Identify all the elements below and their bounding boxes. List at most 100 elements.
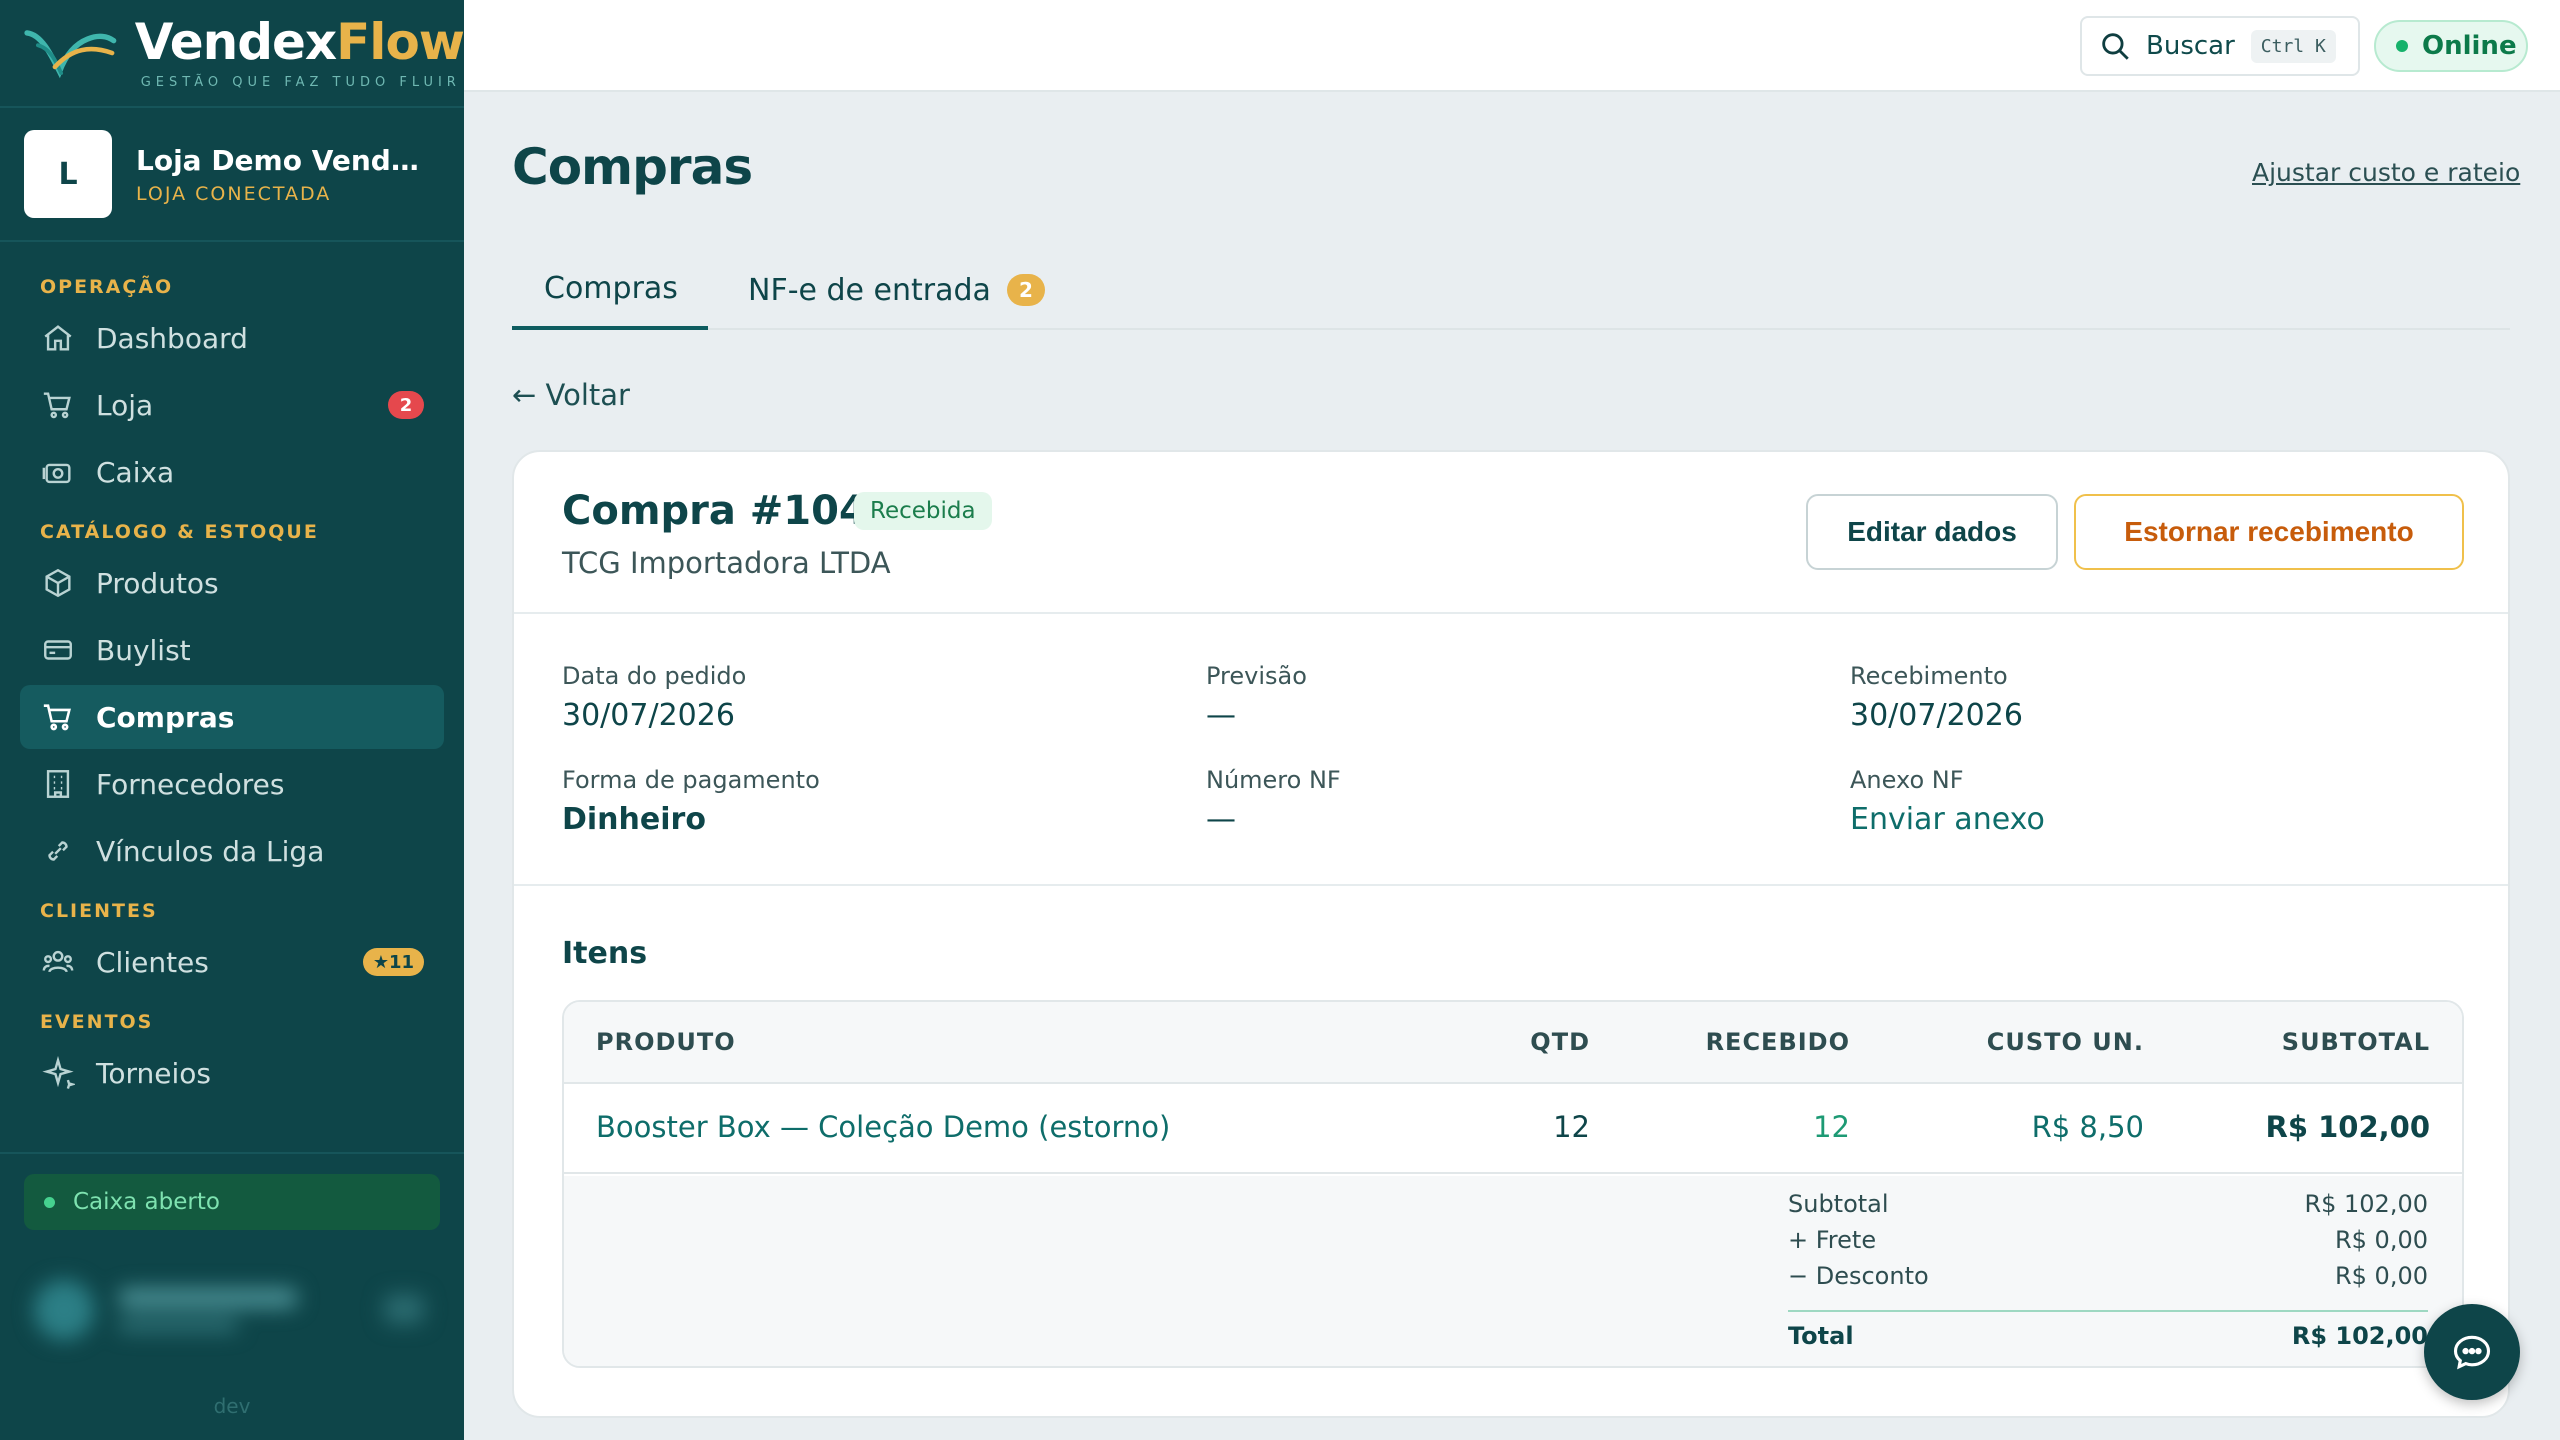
column-header: SUBTOTAL <box>2281 1028 2430 1056</box>
totals-total: Total R$ 102,00 <box>1788 1322 2428 1350</box>
environment-label: dev <box>213 1394 251 1418</box>
items-table: PRODUTO QTD RECEBIDO CUSTO UN. SUBTOTAL … <box>562 1000 2464 1368</box>
brand[interactable]: VendexFlow GESTÃO QUE FAZ TUDO FLUIR <box>0 0 465 108</box>
adjust-cost-link[interactable]: Ajustar custo e rateio <box>2252 158 2520 187</box>
sidebar-item-label: Clientes <box>96 945 209 979</box>
tab-compras[interactable]: Compras <box>512 250 708 330</box>
column-header: CUSTO UN. <box>1986 1028 2144 1056</box>
upload-attachment-link[interactable]: Enviar anexo <box>1850 802 2045 837</box>
nav-section-title: CLIENTES <box>40 900 158 922</box>
chat-icon <box>2453 1335 2491 1370</box>
user-profile-blurred[interactable] <box>34 1270 434 1350</box>
sidebar-item-buylist[interactable]: Buylist <box>20 618 444 682</box>
order-title: Compra #1043 <box>562 488 895 534</box>
search-icon <box>2102 33 2129 60</box>
sidebar-item-caixa[interactable]: Caixa <box>20 440 444 504</box>
received-cell: 12 <box>1813 1110 1850 1144</box>
nav-section-title: OPERAÇÃO <box>40 276 174 298</box>
notification-badge: 2 <box>388 391 424 419</box>
sidebar-nav: OPERAÇÃO Dashboard Loja 2 Caixa CATÁLOGO… <box>0 242 464 1105</box>
field-nf-attachment: Anexo NF Enviar anexo <box>1850 766 2045 837</box>
cart-icon <box>40 699 76 735</box>
online-status-badge: Online <box>2374 20 2528 72</box>
items-section-title: Itens <box>562 936 648 971</box>
building-icon <box>40 766 76 802</box>
page-title: Compras <box>512 138 753 196</box>
purchase-header: Compra #1043 Recebida TCG Importadora LT… <box>514 452 2508 614</box>
sidebar-item-clientes[interactable]: Clientes ★11 <box>20 930 444 994</box>
loyalty-badge: ★11 <box>362 948 424 976</box>
sidebar-item-torneios[interactable]: Torneios <box>20 1041 444 1105</box>
sidebar-divider <box>0 1152 464 1154</box>
purchase-card: Compra #1043 Recebida TCG Importadora LT… <box>512 450 2510 1418</box>
sidebar-item-label: Produtos <box>96 566 219 600</box>
status-dot-icon <box>2396 40 2408 52</box>
status-dot-icon <box>44 1196 55 1208</box>
sidebar-item-label: Buylist <box>96 633 191 667</box>
column-header: PRODUTO <box>596 1028 736 1056</box>
sidebar-item-label: Torneios <box>96 1056 211 1090</box>
sparkle-icon <box>40 1055 76 1091</box>
sidebar-item-loja[interactable]: Loja 2 <box>20 373 444 437</box>
sidebar-item-label: Compras <box>96 700 235 734</box>
keyboard-shortcut: Ctrl K <box>2250 29 2336 63</box>
field-order-date: Data do pedido 30/07/2026 <box>562 662 747 733</box>
nav-section-title: EVENTOS <box>40 1011 154 1033</box>
sidebar-item-produtos[interactable]: Produtos <box>20 551 444 615</box>
topbar: Buscar Ctrl K Online <box>464 0 2560 92</box>
table-header: PRODUTO QTD RECEBIDO CUSTO UN. SUBTOTAL <box>564 1002 2462 1084</box>
cart-icon <box>40 387 76 423</box>
totals-summary: Subtotal R$ 102,00 + Frete R$ 0,00 − Des… <box>564 1176 2462 1366</box>
brand-logo-icon <box>24 30 117 79</box>
search-button[interactable]: Buscar Ctrl K <box>2080 16 2360 76</box>
link-icon <box>40 833 76 869</box>
tab-count-badge: 2 <box>1006 274 1045 306</box>
brand-name: VendexFlow <box>134 12 465 71</box>
search-label: Buscar <box>2146 31 2235 61</box>
sidebar-item-label: Fornecedores <box>96 767 285 801</box>
tab-nfe-entrada[interactable]: NF-e de entrada 2 <box>748 250 1045 330</box>
field-forecast: Previsão — <box>1206 662 1307 733</box>
back-link[interactable]: ← Voltar <box>512 378 630 412</box>
store-switcher[interactable]: L Loja Demo VendexFlow LOJA CONECTADA <box>0 108 464 242</box>
column-header: RECEBIDO <box>1705 1028 1850 1056</box>
cash-status-indicator[interactable]: Caixa aberto <box>24 1174 440 1230</box>
totals-subtotal: Subtotal R$ 102,00 <box>1788 1190 2428 1218</box>
sidebar-item-compras[interactable]: Compras <box>20 685 444 749</box>
field-receipt-date: Recebimento 30/07/2026 <box>1850 662 2023 733</box>
sidebar: VendexFlow GESTÃO QUE FAZ TUDO FLUIR L L… <box>0 0 465 1440</box>
home-icon <box>40 320 76 356</box>
product-link[interactable]: Booster Box — Coleção Demo (estorno) <box>596 1110 1170 1144</box>
store-name: Loja Demo VendexFlow <box>136 143 436 177</box>
field-payment-method: Forma de pagamento Dinheiro <box>562 766 820 837</box>
chat-button[interactable] <box>2424 1304 2520 1400</box>
sidebar-item-label: Dashboard <box>96 321 248 355</box>
box-icon <box>40 565 76 601</box>
tabs: Compras NF-e de entrada 2 <box>512 250 2510 330</box>
table-row: Booster Box — Coleção Demo (estorno) 12 … <box>564 1084 2462 1174</box>
store-avatar: L <box>24 130 112 218</box>
brand-tagline: GESTÃO QUE FAZ TUDO FLUIR <box>140 74 461 90</box>
sidebar-item-label: Vínculos da Liga <box>96 834 325 868</box>
subtotal-cell: R$ 102,00 <box>2265 1110 2430 1144</box>
sidebar-item-fornecedores[interactable]: Fornecedores <box>20 752 444 816</box>
sidebar-item-label: Caixa <box>96 455 175 489</box>
nav-section-title: CATÁLOGO & ESTOQUE <box>40 521 319 543</box>
users-icon <box>40 944 76 980</box>
totals-discount: − Desconto R$ 0,00 <box>1788 1262 2428 1290</box>
card-icon <box>40 632 76 668</box>
edit-data-button[interactable]: Editar dados <box>1806 494 2058 570</box>
qty-cell: 12 <box>1553 1110 1590 1144</box>
sidebar-item-vinculos[interactable]: Vínculos da Liga <box>20 819 444 883</box>
purchase-details: Data do pedido 30/07/2026 Previsão — Rec… <box>514 614 2508 886</box>
sidebar-item-dashboard[interactable]: Dashboard <box>20 306 444 370</box>
supplier-name: TCG Importadora LTDA <box>562 546 891 580</box>
cash-register-icon <box>40 454 76 490</box>
totals-freight: + Frete R$ 0,00 <box>1788 1226 2428 1254</box>
sidebar-item-label: Loja <box>96 388 154 422</box>
field-nf-number: Número NF — <box>1206 766 1341 837</box>
cash-status-label: Caixa aberto <box>73 1189 220 1215</box>
reverse-receipt-button[interactable]: Estornar recebimento <box>2074 494 2464 570</box>
unit-cost-cell: R$ 8,50 <box>2031 1110 2144 1144</box>
totals-divider <box>1788 1310 2428 1312</box>
